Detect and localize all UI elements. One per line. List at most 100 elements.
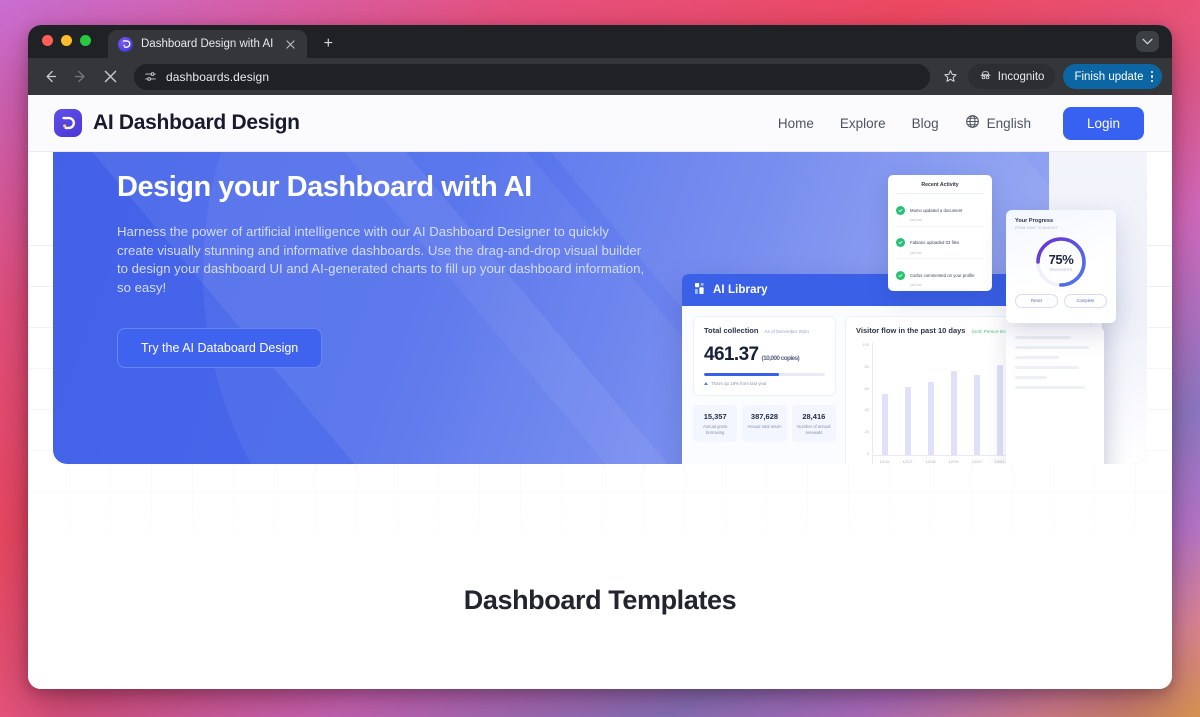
progress-title: Your Progress	[1015, 218, 1054, 224]
new-tab-button[interactable]: +	[319, 35, 337, 53]
close-icon[interactable]	[281, 35, 299, 53]
maximize-window-button[interactable]	[80, 35, 91, 46]
chart-bar-wrap	[919, 343, 942, 455]
chart-bar-wrap	[896, 343, 919, 455]
chart-bar-wrap	[942, 343, 965, 455]
collection-number: 461.37	[704, 344, 759, 365]
activity-time: just now	[910, 283, 922, 287]
kebab-menu-icon[interactable]	[1149, 70, 1156, 83]
collection-trend: That's up 18% from last year	[704, 381, 825, 386]
hero-title: Design your Dashboard with AI	[117, 171, 532, 203]
globe-icon	[965, 114, 980, 132]
collection-progress-bar	[704, 373, 825, 376]
mockup-collection-panel: Total collection As of December 2024 461…	[693, 316, 836, 396]
chart-x-tick: 12/19	[948, 459, 959, 464]
browser-tabstrip: Dashboard Design with AI +	[28, 25, 1172, 58]
collection-progress-fill	[704, 373, 780, 376]
hero-banner: Design your Dashboard with AI Harness th…	[53, 122, 1147, 464]
collection-value: 461.37 (10,000 copies)	[704, 344, 825, 366]
chart-x-tick: 12/16	[879, 459, 890, 464]
language-label: English	[986, 115, 1031, 131]
browser-tab[interactable]: Dashboard Design with AI	[108, 30, 308, 58]
collection-label: Total collection	[704, 326, 759, 335]
mockup-collection-column: Total collection As of December 2024 461…	[693, 316, 836, 464]
mockup-stats-row: 15,357 Annual gross borrowing 387,628 An…	[693, 405, 836, 443]
stat-label: Number of annual renewals	[797, 424, 831, 435]
tune-icon[interactable]	[144, 70, 157, 83]
stat-card: 28,416 Number of annual renewals	[791, 405, 836, 443]
login-button[interactable]: Login	[1062, 106, 1144, 140]
site-header: AI Dashboard Design Home Explore Blog En…	[28, 95, 1172, 152]
brand-name: AI Dashboard Design	[93, 111, 300, 134]
minimize-window-button[interactable]	[61, 35, 72, 46]
chart-x-tick: 12/20	[971, 459, 982, 464]
progress-reset-button[interactable]: Reset	[1015, 293, 1058, 308]
activity-title: Recent Activity	[896, 182, 984, 194]
collection-asof: As of December 2024	[764, 329, 809, 334]
mockup-secondary-card	[1006, 327, 1104, 464]
hero-content: Design your Dashboard with AI Harness th…	[117, 170, 647, 368]
activity-item[interactable]: Momo updated a document just now	[896, 194, 984, 227]
check-circle-icon	[896, 205, 905, 215]
nav-item-home[interactable]: Home	[778, 116, 814, 131]
activity-time: just now	[910, 250, 922, 255]
chart-y-tick: 20	[864, 429, 869, 435]
finish-update-button[interactable]: Finish update	[1063, 64, 1162, 89]
chart-bar	[973, 375, 980, 455]
brand[interactable]: AI Dashboard Design	[54, 109, 300, 137]
collection-trend-text: That's up 18% from last year	[711, 381, 767, 386]
page-viewport: AI Dashboard Design Home Explore Blog En…	[28, 95, 1172, 689]
chart-y-tick: 100	[862, 342, 869, 347]
language-selector[interactable]: English	[965, 114, 1031, 132]
activity-text: Fabiano uploaded 03 files	[910, 240, 960, 245]
chart-title: Visitor flow in the past 10 days	[856, 326, 966, 335]
collection-unit: (10,000 copies)	[761, 355, 800, 362]
hero-cta-button[interactable]: Try the AI Databoard Design	[117, 327, 323, 368]
stat-card: 15,357 Annual gross borrowing	[693, 405, 738, 443]
hero-subtitle: Harness the power of artificial intellig…	[117, 223, 645, 295]
address-bar-url: dashboards.design	[166, 69, 270, 84]
site-nav: Home Explore Blog English Login	[778, 106, 1144, 140]
activity-item[interactable]: Carlos commented on your profile just now	[896, 259, 984, 291]
chart-y-tick: 80	[864, 363, 869, 369]
chart-x-tick: 12/18	[925, 459, 936, 464]
dashboard-spiral-logo-icon	[54, 109, 82, 137]
activity-list: Momo updated a document just now Fabiano u…	[896, 194, 984, 291]
star-icon[interactable]	[938, 64, 964, 90]
activity-text: Carlos commented on your profile	[910, 272, 975, 278]
arrow-right-icon[interactable]	[66, 63, 94, 91]
chart-bar	[881, 394, 888, 455]
nav-item-explore[interactable]: Explore	[840, 116, 886, 131]
chevron-down-icon[interactable]	[1136, 31, 1159, 52]
chart-y-tick: 0	[866, 450, 869, 456]
activity-item[interactable]: Fabiano uploaded 03 files just now	[896, 227, 984, 259]
browser-window: Dashboard Design with AI + dashboards.de…	[28, 25, 1172, 689]
stat-card: 387,628 Annual total return	[742, 405, 787, 443]
incognito-icon	[979, 69, 992, 85]
check-circle-icon	[896, 270, 905, 280]
nav-item-blog[interactable]: Blog	[912, 116, 939, 131]
browser-toolbar: dashboards.design Incognito Finish updat…	[28, 58, 1172, 95]
progress-caption: PROGRESS	[1049, 267, 1073, 272]
arrow-left-icon[interactable]	[36, 63, 64, 91]
stop-loading-icon[interactable]	[96, 63, 124, 91]
chart-bar-wrap	[965, 343, 988, 455]
incognito-label: Incognito	[997, 70, 1045, 83]
close-window-button[interactable]	[42, 35, 53, 46]
progress-complete-button[interactable]: Complete	[1064, 293, 1107, 308]
stat-label: Annual total return	[747, 424, 782, 429]
chart-y-tick: 40	[864, 407, 869, 413]
chart-bar	[927, 381, 934, 455]
activity-text: Momo updated a document	[910, 207, 963, 213]
progress-percent: 75%	[1048, 251, 1074, 267]
finish-update-label: Finish update	[1074, 70, 1144, 83]
chart-unit-note: (Unit: Person-time)	[971, 329, 1011, 334]
progress-subtitle: FROM JUNE TO AUGUST	[1015, 225, 1058, 230]
grid-blocks-icon	[695, 281, 706, 299]
stat-label: Annual gross borrowing	[702, 424, 728, 435]
address-bar[interactable]: dashboards.design	[134, 63, 930, 90]
window-traffic-lights	[42, 25, 91, 58]
incognito-indicator[interactable]: Incognito	[967, 64, 1056, 89]
chart-bar	[996, 364, 1003, 455]
chart-bar	[904, 386, 911, 455]
